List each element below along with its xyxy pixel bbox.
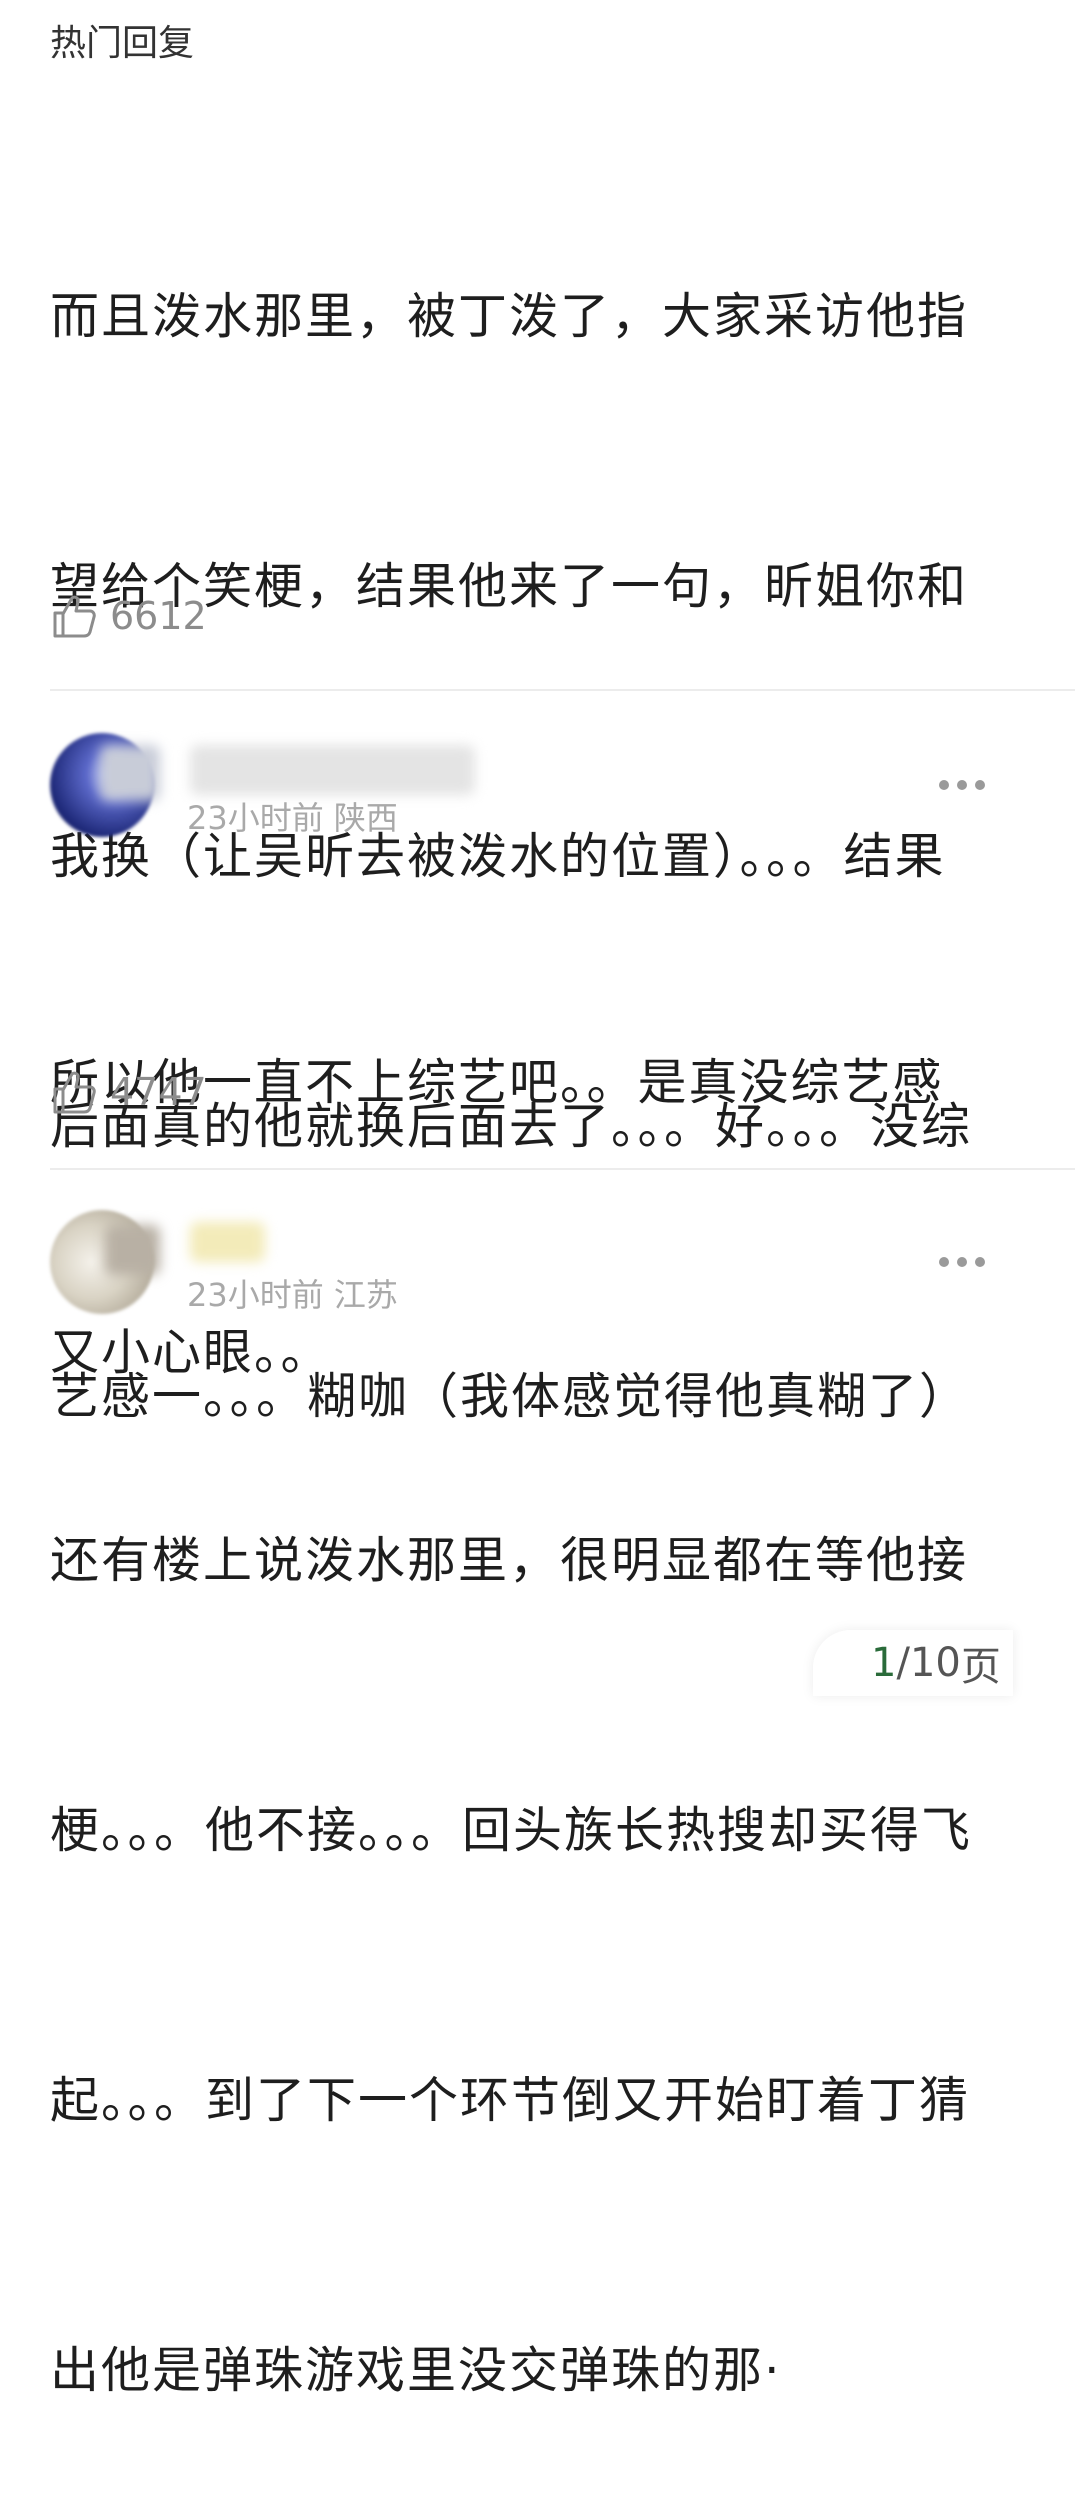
comment-1-like-button[interactable]: 6612	[50, 588, 207, 644]
redacted-username	[190, 1222, 265, 1262]
more-dots-icon	[939, 1257, 949, 1267]
section-title: 热门回复	[50, 23, 195, 64]
redacted-avatar-mark	[100, 745, 160, 801]
divider	[50, 689, 1075, 691]
more-dots-icon	[975, 780, 985, 790]
redacted-avatar-mark	[105, 1225, 160, 1275]
more-dots-icon	[957, 780, 967, 790]
page-current: 1	[871, 1640, 897, 1686]
redacted-username	[190, 745, 475, 795]
page-separator: /	[896, 1640, 910, 1686]
comment-time: 23小时前	[187, 799, 324, 837]
comment-meta: 23小时前 江苏	[187, 1275, 398, 1315]
page-total: 10	[909, 1640, 961, 1686]
thumbs-up-icon	[53, 595, 96, 638]
comment-meta: 23小时前 陕西	[187, 798, 398, 838]
thumbs-up-icon	[53, 1071, 96, 1114]
page-indicator: 1 / 10 页	[813, 1630, 1013, 1696]
page-unit: 页	[960, 1644, 1001, 1690]
more-dots-icon	[957, 1257, 967, 1267]
comment-location: 陕西	[333, 799, 398, 837]
comment-2-like-button[interactable]: 4747	[50, 1064, 207, 1120]
more-options-button[interactable]	[939, 1257, 985, 1267]
comment-line: 梗。。。他不接。。。回头族长热搜却买得飞	[50, 1802, 973, 1859]
more-dots-icon	[939, 780, 949, 790]
divider	[50, 1168, 1075, 1170]
like-count: 4747	[110, 1070, 207, 1114]
more-options-button[interactable]	[939, 780, 985, 790]
more-dots-icon	[975, 1257, 985, 1267]
comment-line: 起。。。到了下一个环节倒又开始盯着丁猜	[50, 2072, 971, 2129]
comment-location: 江苏	[333, 1276, 398, 1314]
comment-line: 出他是弹珠游戏里没交弹珠的那·	[50, 2342, 782, 2399]
comment-time: 23小时前	[187, 1276, 324, 1314]
comment-line: 还有楼上说泼水那里，很明显都在等他接	[50, 1532, 969, 1589]
comment-line: 而且泼水那里，被丁泼了，大家采访他指	[50, 288, 969, 345]
like-count: 6612	[110, 594, 207, 638]
comment-3-text: 还有楼上说泼水那里，很明显都在等他接 梗。。。他不接。。。回头族长热搜却买得飞 …	[50, 1336, 1010, 2506]
